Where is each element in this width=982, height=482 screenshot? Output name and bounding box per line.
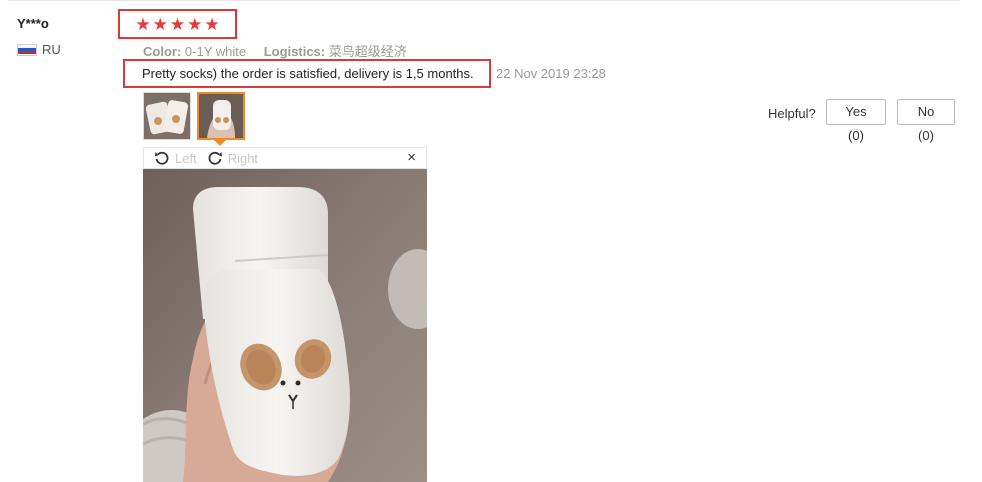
photo-viewer-toolbar: Left Right ×: [143, 147, 427, 169]
helpful-yes-button[interactable]: Yes (0): [826, 99, 886, 143]
order-meta: Color: 0-1Y white Logistics: 菜鸟超级经济: [143, 41, 421, 60]
color-key: Color:: [143, 44, 182, 59]
logistics-value: 菜鸟超级经济: [328, 44, 407, 59]
star-icon: ★: [135, 14, 151, 34]
review-photo-thumbnail[interactable]: [143, 92, 191, 140]
country-code: RU: [42, 42, 61, 57]
review-photo-thumbnail-active[interactable]: [197, 92, 245, 140]
russia-flag-icon: [17, 43, 37, 56]
logistics-key: Logistics:: [263, 44, 326, 59]
rotate-right-label: Right: [227, 150, 259, 166]
star-icon: ★: [152, 14, 168, 34]
rotate-left-icon: [155, 151, 169, 165]
helpful-label: Helpful?: [768, 106, 816, 121]
reviewer-name: Y***o: [17, 16, 49, 31]
star-icon: ★: [204, 14, 220, 34]
rotate-right-icon: [208, 151, 222, 165]
active-thumbnail-caret: [214, 140, 226, 146]
review-date: 22 Nov 2019 23:28: [496, 66, 606, 81]
top-divider: [8, 0, 960, 1]
review-text: Pretty socks) the order is satisfied, de…: [142, 66, 474, 81]
reviewer-country: RU: [17, 42, 61, 57]
rotate-left-button[interactable]: Left: [154, 150, 197, 166]
star-rating: ★ ★ ★ ★ ★: [118, 9, 237, 39]
close-icon[interactable]: ×: [407, 149, 416, 166]
color-value: 0-1Y white: [184, 44, 247, 59]
rotate-right-button[interactable]: Right: [207, 150, 258, 166]
star-icon: ★: [169, 14, 186, 34]
review-photo-large: [143, 169, 427, 482]
rotate-left-label: Left: [175, 150, 197, 166]
helpful-no-button[interactable]: No (0): [897, 99, 955, 143]
star-icon: ★: [187, 14, 203, 34]
